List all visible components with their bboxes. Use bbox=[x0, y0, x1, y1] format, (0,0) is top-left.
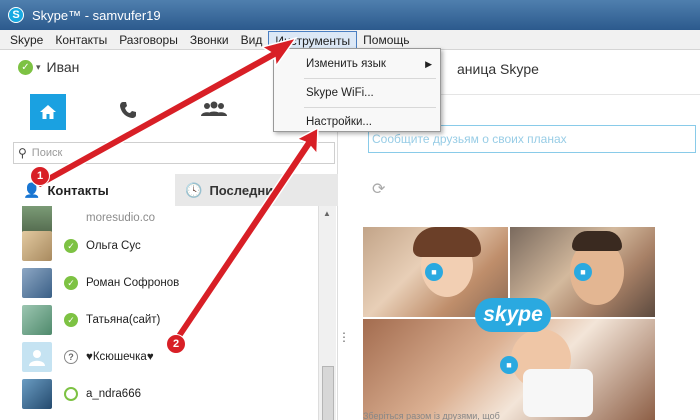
scroll-up-arrow-icon[interactable]: ▲ bbox=[323, 209, 331, 218]
online-status-icon: ✓ bbox=[64, 239, 78, 253]
menu-calls[interactable]: Звонки bbox=[184, 31, 235, 49]
window-titlebar: S Skype™ - samvufer19 bbox=[0, 0, 700, 30]
call-phone-button[interactable] bbox=[118, 100, 138, 126]
avatar bbox=[22, 231, 52, 261]
menu-separator bbox=[304, 107, 436, 108]
annotation-badge-1: 1 bbox=[30, 166, 50, 186]
skype-logo-icon: S bbox=[8, 7, 24, 23]
menu-item-skype-wifi[interactable]: Skype WiFi... bbox=[274, 81, 440, 105]
search-icon: ⚲ bbox=[18, 146, 27, 160]
video-call-icon: ■ bbox=[425, 263, 443, 281]
scroll-thumb[interactable] bbox=[322, 366, 334, 420]
user-status-row[interactable]: ✓ ▾ Иван bbox=[18, 59, 79, 75]
list-item[interactable]: ✓ Ольга Сус bbox=[22, 228, 318, 264]
tab-contacts-label: Контакты bbox=[47, 182, 109, 198]
avatar bbox=[22, 268, 52, 298]
page-title: аница Skype bbox=[457, 61, 539, 77]
tab-recent[interactable]: 🕓 Последние bbox=[175, 174, 338, 206]
avatar bbox=[22, 379, 52, 409]
menu-conversations[interactable]: Разговоры bbox=[113, 31, 184, 49]
list-item[interactable]: ✓ Татьяна(сайт) bbox=[22, 302, 318, 338]
video-call-icon: ■ bbox=[500, 356, 518, 374]
tab-recent-label: Последние bbox=[209, 182, 281, 198]
clock-icon: 🕓 bbox=[185, 181, 203, 198]
submenu-arrow-icon: ▶ bbox=[425, 59, 432, 69]
contact-name: Ольга Сус bbox=[86, 240, 141, 252]
menu-item-settings[interactable]: Настройки... bbox=[274, 110, 440, 134]
skype-promo-banner[interactable]: ■ ■ ■ skype bbox=[363, 227, 673, 420]
contact-name: Татьяна(сайт) bbox=[86, 314, 161, 326]
list-item[interactable]: ✓ Роман Софронов bbox=[22, 265, 318, 301]
online-status-icon[interactable]: ✓ bbox=[18, 59, 33, 75]
unknown-status-icon: ? bbox=[64, 350, 78, 364]
menubar: Skype Контакты Разговоры Звонки Вид Инст… bbox=[0, 30, 700, 50]
tools-dropdown-menu: Изменить язык ▶ Skype WiFi... Настройки.… bbox=[273, 48, 441, 132]
menu-separator bbox=[304, 78, 436, 79]
search-input[interactable]: ⚲ Поиск bbox=[13, 142, 335, 164]
menu-help[interactable]: Помощь bbox=[357, 31, 415, 49]
home-button[interactable] bbox=[30, 94, 66, 130]
video-call-icon: ■ bbox=[574, 263, 592, 281]
promo-caption: Зберіться разом із друзями, щоб bbox=[363, 411, 500, 420]
annotation-badge-2: 2 bbox=[166, 334, 186, 354]
avatar bbox=[22, 305, 52, 335]
menu-item-label: Изменить язык bbox=[306, 58, 386, 70]
window-title: Skype™ - samvufer19 bbox=[32, 7, 161, 23]
default-avatar-icon bbox=[22, 342, 52, 372]
list-item[interactable]: a_ndra666 bbox=[22, 376, 318, 412]
contact-name: ♥Ксюшечка♥ bbox=[86, 351, 154, 363]
menu-skype[interactable]: Skype bbox=[4, 31, 49, 49]
chevron-down-icon[interactable]: ▾ bbox=[36, 62, 41, 73]
offline-status-icon bbox=[64, 387, 78, 401]
refresh-icon[interactable]: ⟳ bbox=[372, 179, 385, 199]
search-placeholder: Поиск bbox=[31, 147, 63, 159]
menu-view[interactable]: Вид bbox=[235, 31, 269, 49]
menu-tools[interactable]: Инструменты bbox=[268, 30, 358, 49]
contact-list-scrollbar[interactable]: ▲ bbox=[318, 206, 336, 420]
promo-photo-woman-mug: ■ bbox=[363, 319, 655, 420]
online-status-icon: ✓ bbox=[64, 276, 78, 290]
contact-name: Роман Софронов bbox=[86, 277, 180, 289]
contact-tabs: 👤 Контакты 🕓 Последние bbox=[13, 174, 338, 206]
menu-contacts[interactable]: Контакты bbox=[49, 31, 113, 49]
skype-logo: skype bbox=[475, 298, 551, 332]
contact-name: a_ndra666 bbox=[86, 388, 141, 400]
menu-item-change-language[interactable]: Изменить язык ▶ bbox=[274, 52, 440, 76]
group-chat-button[interactable] bbox=[200, 100, 228, 124]
nav-row bbox=[30, 94, 290, 134]
home-icon bbox=[40, 105, 56, 119]
online-status-icon: ✓ bbox=[64, 313, 78, 327]
user-name[interactable]: Иван bbox=[47, 59, 80, 75]
contact-list: moresudio.co ✓ Ольга Сус ✓ Роман Софроно… bbox=[0, 206, 318, 420]
group-icon bbox=[201, 101, 227, 116]
phone-icon bbox=[120, 102, 136, 118]
contact-name: moresudio.co bbox=[86, 212, 156, 224]
